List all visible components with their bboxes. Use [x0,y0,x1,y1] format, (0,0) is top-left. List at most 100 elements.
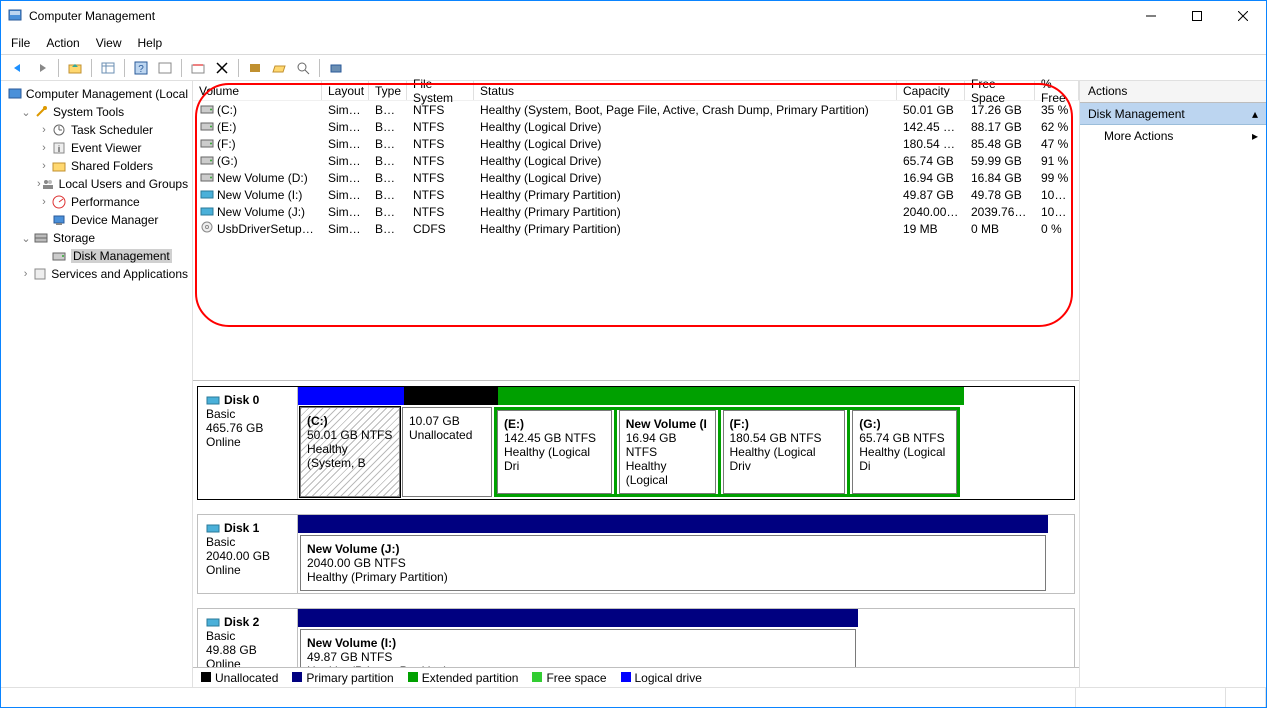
disk-card[interactable]: Disk 2Basic49.88 GBOnlineNew Volume (I:)… [197,608,1075,667]
tree-pane: Computer Management (Local ⌄ System Tool… [1,81,193,687]
disk-size: 465.76 GB [206,421,289,435]
expand-icon[interactable]: › [19,268,32,280]
tree-task-scheduler[interactable]: ›Task Scheduler [1,121,192,139]
volume-row[interactable]: (F:)SimpleBasicNTFSHealthy (Logical Driv… [193,135,1079,152]
partition[interactable]: (G:)65.74 GB NTFSHealthy (Logical Di [852,410,957,494]
volume-status: Healthy (Primary Partition) [474,222,897,236]
expand-icon[interactable]: › [37,142,51,154]
disk-state: Online [206,435,289,449]
volume-row[interactable]: (E:)SimpleBasicNTFSHealthy (Logical Driv… [193,118,1079,135]
tree-shared-folders[interactable]: ›Shared Folders [1,157,192,175]
volume-layout: Simple [322,222,369,236]
disk-name: Disk 1 [224,521,259,535]
volume-fs: NTFS [407,154,474,168]
volume-row[interactable]: New Volume (I:)SimpleBasicNTFSHealthy (P… [193,186,1079,203]
partition[interactable]: (F:)180.54 GB NTFSHealthy (Logical Driv [723,410,846,494]
partition[interactable]: (E:)142.45 GB NTFSHealthy (Logical Dri [497,410,612,494]
expand-icon[interactable]: ⌄ [19,106,33,119]
tree-system-tools[interactable]: ⌄ System Tools [1,103,192,121]
col-filesystem[interactable]: File System [407,81,474,100]
disk-card[interactable]: Disk 0Basic465.76 GBOnline(C:)50.01 GB N… [197,386,1075,500]
tree-storage[interactable]: ⌄Storage [1,229,192,247]
tree-disk-management[interactable]: Disk Management [1,247,192,265]
partition-title: New Volume (J:) [307,542,1039,556]
expand-icon[interactable]: › [37,160,51,172]
volume-capacity: 49.87 GB [897,188,965,202]
col-capacity[interactable]: Capacity [897,81,965,100]
menu-view[interactable]: View [96,36,122,50]
minimize-button[interactable] [1128,1,1174,31]
col-status[interactable]: Status [474,81,897,100]
tree-device-manager[interactable]: Device Manager [1,211,192,229]
close-button[interactable] [1220,1,1266,31]
partition[interactable]: New Volume (J:)2040.00 GB NTFSHealthy (P… [300,535,1046,591]
disk-card[interactable]: Disk 1Basic2040.00 GBOnlineNew Volume (J… [197,514,1075,594]
delete-icon[interactable] [211,57,233,79]
forward-icon[interactable] [31,57,53,79]
drive-icon [199,205,215,217]
find-icon[interactable] [292,57,314,79]
folder-open-icon[interactable] [268,57,290,79]
expand-icon[interactable]: › [37,124,51,136]
volume-name: (E:) [217,120,236,134]
back-icon[interactable] [7,57,29,79]
expand-icon[interactable]: › [37,196,51,208]
volume-pct: 100 % [1035,188,1079,202]
menu-file[interactable]: File [11,36,30,50]
settings-icon[interactable] [244,57,266,79]
volume-row[interactable]: (C:)SimpleBasicNTFSHealthy (System, Boot… [193,101,1079,118]
expand-icon[interactable]: ⌄ [19,232,33,245]
collapse-icon: ▴ [1252,107,1258,121]
view-list-icon[interactable] [97,57,119,79]
volume-row[interactable]: UsbDriverSetup (H:)SimpleBasicCDFSHealth… [193,220,1079,237]
tree-services-apps[interactable]: ›Services and Applications [1,265,192,283]
actions-section[interactable]: Disk Management ▴ [1080,103,1266,125]
volume-pct: 47 % [1035,137,1079,151]
tree-users-groups[interactable]: ›Local Users and Groups [1,175,192,193]
partition[interactable]: New Volume (I16.94 GB NTFSHealthy (Logic… [619,410,716,494]
partition-title: (E:) [504,417,605,431]
volume-row[interactable]: (G:)SimpleBasicNTFSHealthy (Logical Driv… [193,152,1079,169]
partition[interactable]: 10.07 GBUnallocated [402,407,492,497]
tree-root[interactable]: Computer Management (Local [1,85,192,103]
volume-type: Basic [369,171,407,185]
volume-name: (G:) [217,154,238,168]
volume-type: Basic [369,103,407,117]
legend-swatch [621,672,631,682]
disk-settings-icon[interactable] [325,57,347,79]
col-type[interactable]: Type [369,81,407,100]
help-icon[interactable]: ? [130,57,152,79]
tree-event-viewer[interactable]: ›iEvent Viewer [1,139,192,157]
partition-title: New Volume (I:) [307,636,849,650]
volume-list-header: Volume Layout Type File System Status Ca… [193,81,1079,101]
actions-more[interactable]: More Actions ▸ [1080,125,1266,147]
tree-performance[interactable]: ›Performance [1,193,192,211]
volume-pct: 62 % [1035,120,1079,134]
partition-status: Healthy (Logical [626,459,709,487]
refresh-icon[interactable] [154,57,176,79]
performance-icon [51,194,67,210]
col-free-space[interactable]: Free Space [965,81,1035,100]
col-pct-free[interactable]: % Free [1035,81,1079,100]
volume-row[interactable]: New Volume (J:)SimpleBasicNTFSHealthy (P… [193,203,1079,220]
menu-action[interactable]: Action [46,36,79,50]
volume-status: Healthy (System, Boot, Page File, Active… [474,103,897,117]
disk-graphic-area[interactable]: Disk 0Basic465.76 GBOnline(C:)50.01 GB N… [193,381,1079,667]
volume-capacity: 16.94 GB [897,171,965,185]
maximize-button[interactable] [1174,1,1220,31]
col-layout[interactable]: Layout [322,81,369,100]
actions-section-label: Disk Management [1088,107,1185,121]
disk-header: Disk 2 [206,615,289,629]
col-volume[interactable]: Volume [193,81,322,100]
partition-status: Healthy (Logical Driv [730,445,839,473]
rescan-disk-icon[interactable] [187,57,209,79]
volume-row[interactable]: New Volume (D:)SimpleBasicNTFSHealthy (L… [193,169,1079,186]
up-folder-icon[interactable] [64,57,86,79]
computer-icon [8,86,22,102]
partition[interactable]: (C:)50.01 GB NTFSHealthy (System, B [300,407,400,497]
legend-swatch [532,672,542,682]
legend-swatch [408,672,418,682]
partition[interactable]: New Volume (I:)49.87 GB NTFSHealthy (Pri… [300,629,856,667]
menu-help[interactable]: Help [138,36,163,50]
window-title: Computer Management [29,9,1128,23]
